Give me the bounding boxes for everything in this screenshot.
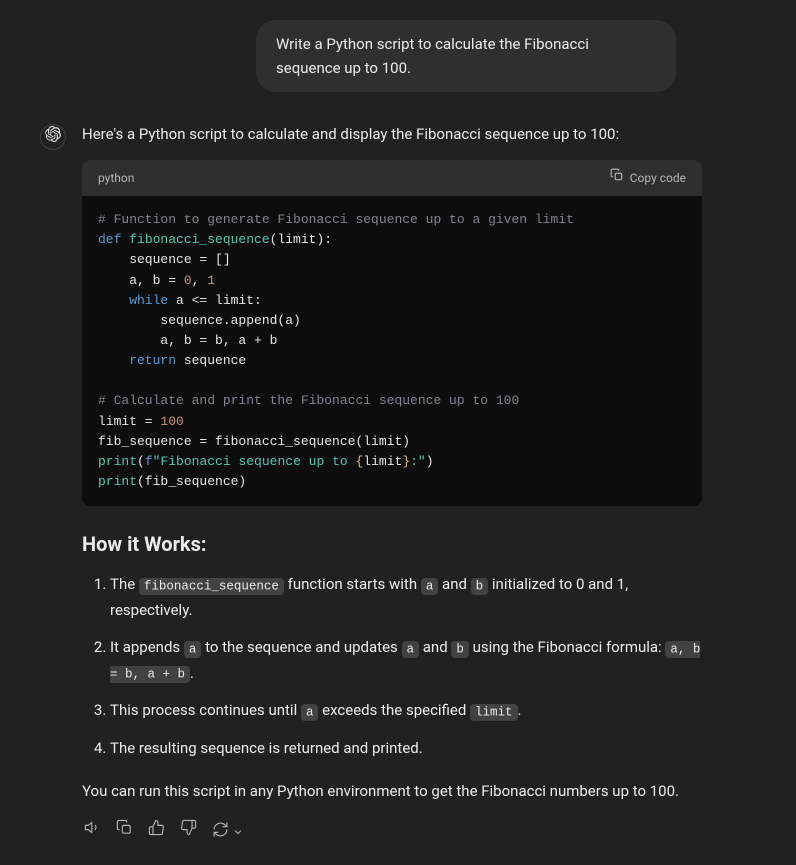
assistant-intro-text: Here's a Python script to calculate and … [82,122,702,146]
inline-code: a [301,704,319,721]
inline-code: b [471,578,489,595]
code-header: python Copy code [82,160,702,196]
thumbs-up-icon [148,819,165,843]
user-message-bubble: Write a Python script to calculate the F… [256,20,676,92]
user-message-text: Write a Python script to calculate the F… [276,35,589,77]
inline-code: a [402,641,420,658]
regenerate-button[interactable] [210,821,244,845]
action-bar [82,821,702,845]
assistant-outro-text: You can run this script in any Python en… [82,779,702,803]
thumbs-down-button[interactable] [178,821,198,841]
assistant-avatar [40,124,66,150]
inline-code: b [451,641,469,658]
copy-code-label: Copy code [630,169,686,188]
copy-icon [116,819,133,843]
list-item: The resulting sequence is returned and p… [110,736,702,762]
assistant-content: Here's a Python script to calculate and … [82,122,702,845]
inline-code: a [421,578,439,595]
inline-code: a [184,641,202,658]
explanation-list: The fibonacci_sequence function starts w… [82,572,702,761]
read-aloud-button[interactable] [82,821,102,841]
code-lang-label: python [98,169,134,188]
user-message-row: Write a Python script to calculate the F… [40,20,756,92]
openai-logo-icon [45,125,61,149]
regenerate-icon [212,821,229,845]
assistant-row: Here's a Python script to calculate and … [40,122,756,845]
code-block: python Copy code # Function to generate … [82,160,702,506]
list-item: The fibonacci_sequence function starts w… [110,572,702,623]
code-body[interactable]: # Function to generate Fibonacci sequenc… [82,196,702,506]
copy-icon [610,168,624,188]
copy-code-button[interactable]: Copy code [610,168,686,188]
thumbs-down-icon [180,819,197,843]
list-item: This process continues until a exceeds t… [110,698,702,724]
copy-response-button[interactable] [114,821,134,841]
speaker-icon [84,819,101,843]
list-item: It appends a to the sequence and updates… [110,635,702,686]
inline-code: limit [470,704,518,721]
inline-code: fibonacci_sequence [139,578,284,595]
how-it-works-heading: How it Works: [82,528,702,560]
thumbs-up-button[interactable] [146,821,166,841]
chevron-down-icon [232,821,244,845]
